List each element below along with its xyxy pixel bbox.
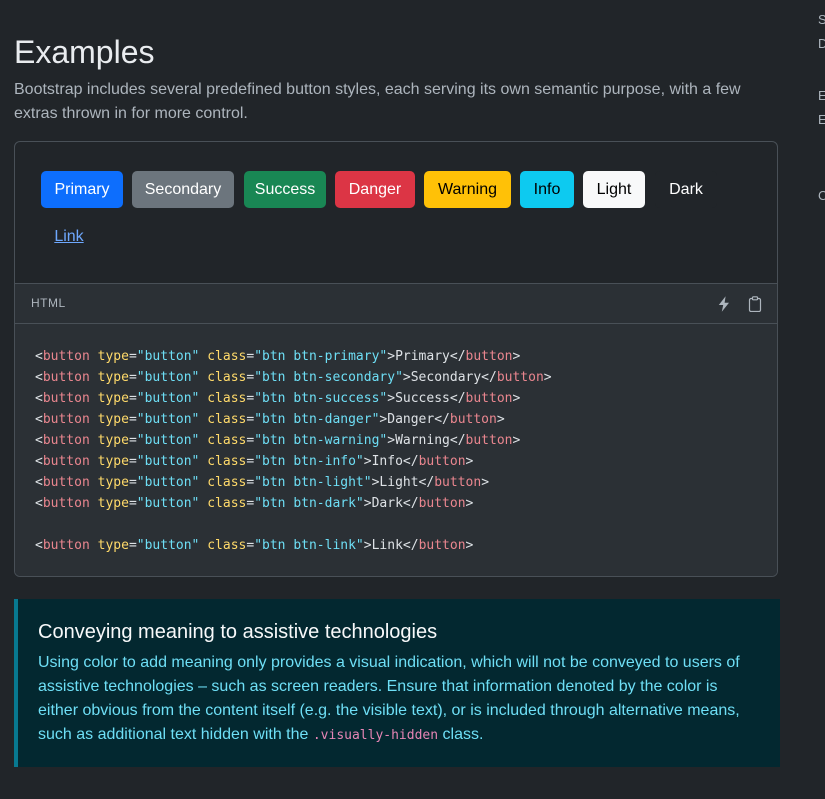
sidebar-peek-3[interactable]: E [818,88,825,103]
code-line: <button type="button" class="btn btn-dan… [35,412,505,427]
link-button[interactable]: Link [41,218,97,255]
sidebar-peek-2[interactable]: D [818,36,825,51]
callout-text-after: class. [438,726,484,743]
dark-button[interactable]: Dark [655,171,717,208]
callout-code: .visually-hidden [312,728,439,743]
info-button[interactable]: Info [520,171,574,208]
code-line: <button type="button" class="btn btn-war… [35,433,521,448]
sidebar-peek-4[interactable]: E [818,112,825,127]
lightning-icon[interactable] [713,293,735,315]
code-line: <button type="button" class="btn btn-dar… [35,496,474,511]
callout-text: Using color to add meaning only provides… [38,651,760,748]
page: Examples Bootstrap includes several pred… [0,0,825,799]
sidebar-peek-5[interactable]: C [818,188,825,203]
clipboard-icon[interactable] [744,293,766,315]
sidebar-peek-1[interactable]: S [818,12,825,27]
secondary-button[interactable]: Secondary [132,171,234,208]
callout-info: Conveying meaning to assistive technolog… [14,599,780,767]
warning-button[interactable]: Warning [424,171,511,208]
code-language-label: HTML [31,296,66,310]
success-button[interactable]: Success [244,171,326,208]
light-button[interactable]: Light [583,171,645,208]
example-box: Primary Secondary Success Danger Warning… [14,141,778,577]
page-title: Examples [14,34,155,70]
primary-button[interactable]: Primary [41,171,123,208]
code-line: <button type="button" class="btn btn-sec… [35,370,552,385]
code-block: <button type="button" class="btn btn-pri… [15,324,777,576]
danger-button[interactable]: Danger [335,171,415,208]
code-line: <button type="button" class="btn btn-lin… [35,538,474,553]
code-line: <button type="button" class="btn btn-suc… [35,391,521,406]
lead-paragraph: Bootstrap includes several predefined bu… [14,81,741,122]
code-snippet: <button type="button" class="btn btn-pri… [35,346,552,556]
code-line: <button type="button" class="btn btn-inf… [35,454,474,469]
code-line: <button type="button" class="btn btn-pri… [35,349,521,364]
button-preview: Primary Secondary Success Danger Warning… [15,142,777,283]
code-line: <button type="button" class="btn btn-lig… [35,475,490,490]
callout-title: Conveying meaning to assistive technolog… [38,621,438,643]
code-header: HTML [15,283,777,324]
